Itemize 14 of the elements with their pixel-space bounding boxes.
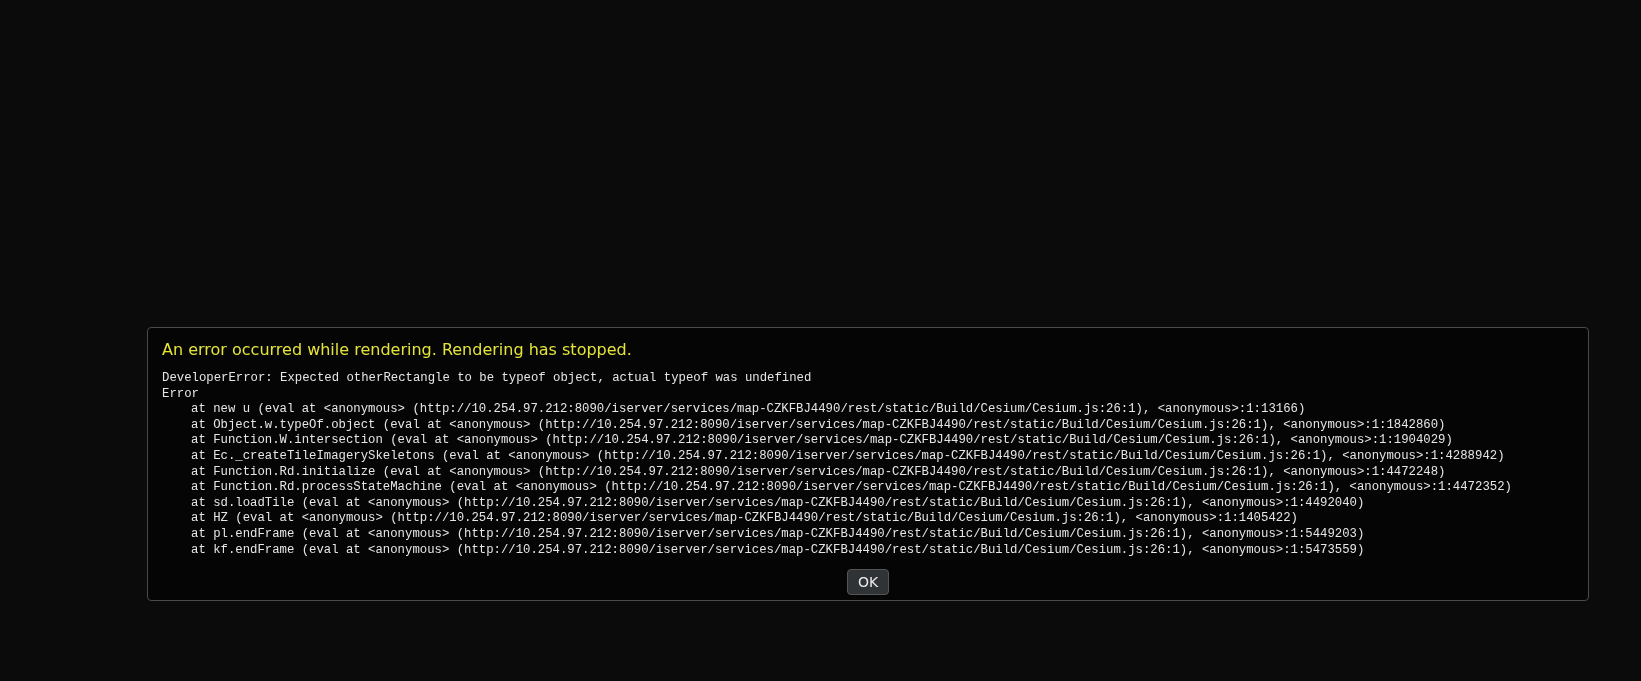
stack-frame: at Function.Rd.processStateMachine (eval at <anonymous> (http://10.254.97.212:8090/iserver/services/map-CZKFBJ4490/rest/static/Build/Cesium/Cesium.js:26:1), <anonymous>:1:4472352)	[162, 480, 1574, 496]
stack-frame: at Function.W.intersection (eval at <anonymous> (http://10.254.97.212:8090/iserver/services/map-CZKFBJ4490/rest/static/Build/Cesium/Cesium.js:26:1), <anonymous>:1:1904029)	[162, 433, 1574, 449]
stack-frame: at Function.Rd.initialize (eval at <anonymous> (http://10.254.97.212:8090/iserver/services/map-CZKFBJ4490/rest/static/Build/Cesium/Cesium.js:26:1), <anonymous>:1:4472248)	[162, 464, 1574, 481]
stack-frame: at sd.loadTile (eval at <anonymous> (http://10.254.97.212:8090/iserver/services/map-CZKFBJ4490/rest/static/Build/Cesium/Cesium.js:26:1), <anonymous>:1:4492040)	[162, 495, 1574, 512]
stack-frame: at HZ (eval at <anonymous> (http://10.254.97.212:8090/iserver/services/map-CZKFBJ4490/rest/static/Build/Cesium/Cesium.js:26:1), <anonymous>:1:1405422)	[162, 511, 1574, 527]
error-message: DeveloperError: Expected otherRectangle to be typeof object, actual typeof was undefined	[162, 371, 813, 387]
stack-frame: at Object.w.typeOf.object (eval at <anonymous> (http://10.254.97.212:8090/iserver/services/map-CZKFBJ4490/rest/static/Build/Cesium/Cesium.js:26:1), <anonymous>:1:1842860)	[162, 417, 1574, 434]
stack-frame: at pl.endFrame (eval at <anonymous> (http://10.254.97.212:8090/iserver/services/map-CZKFBJ4490/rest/static/Build/Cesium/Cesium.js:26:1), <anonymous>:1:5449203)	[162, 526, 1574, 543]
stack-frame: at Ec._createTileImagerySkeletons (eval at <anonymous> (http://10.254.97.212:8090/iserver/services/map-CZKFBJ4490/rest/static/Build/Cesium/Cesium.js:26:1), <anonymous>:1:4288942)	[162, 448, 1574, 465]
ok-button[interactable]: OK	[846, 569, 890, 596]
stack-frame: at new u (eval at <anonymous> (http://10.254.97.212:8090/iserver/services/map-CZKFBJ4490/rest/static/Build/Cesium/Cesium.js:26:1), <anonymous>:1:13166)	[162, 402, 1574, 418]
error-label: Error	[162, 386, 200, 403]
stack-frame: at kf.endFrame (eval at <anonymous> (http://10.254.97.212:8090/iserver/services/map-CZKFBJ4490/rest/static/Build/Cesium/Cesium.js:26:1), <anonymous>:1:5473559)	[162, 542, 1574, 559]
dialog-title: An error occurred while rendering. Rendering has stopped.	[162, 340, 633, 359]
